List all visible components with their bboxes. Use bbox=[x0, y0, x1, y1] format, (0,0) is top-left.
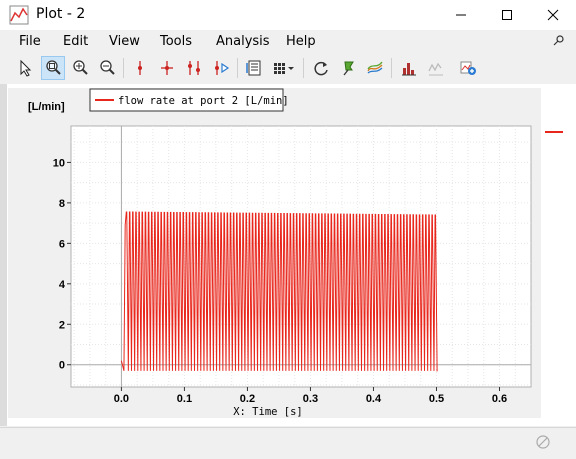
marker-icon bbox=[138, 61, 142, 75]
crosshair-icon bbox=[161, 61, 173, 75]
maximize-icon bbox=[502, 10, 512, 20]
zoom-out-icon bbox=[100, 60, 115, 75]
right-legend-panel bbox=[541, 84, 576, 426]
toolbar-separator bbox=[303, 58, 304, 78]
data-table-icon bbox=[246, 60, 261, 76]
filter-button[interactable] bbox=[424, 56, 448, 80]
bar-chart-icon bbox=[402, 63, 416, 76]
x-tick-label: 0.3 bbox=[303, 393, 318, 405]
menu-bar: File Edit View Tools Analysis Help bbox=[0, 30, 576, 54]
maximize-button[interactable] bbox=[484, 0, 530, 30]
resize-grip-icon[interactable] bbox=[534, 433, 552, 451]
x-axis-label: X: Time [s] bbox=[233, 406, 303, 418]
y-tick-label: 6 bbox=[59, 238, 65, 250]
zoom-in-button[interactable] bbox=[68, 56, 92, 80]
toolbar-separator bbox=[237, 58, 238, 78]
menu-file[interactable]: File bbox=[19, 34, 41, 49]
x-tick-label: 0.6 bbox=[492, 393, 507, 405]
app-icon bbox=[9, 5, 29, 25]
zoom-in-icon bbox=[73, 60, 88, 75]
add-plot-icon bbox=[460, 61, 476, 75]
plot-window: Plot - 2 File Edit View Tools Analysis H… bbox=[0, 0, 576, 459]
refresh-button[interactable] bbox=[309, 56, 333, 80]
left-splitter[interactable] bbox=[0, 84, 7, 426]
curves-icon bbox=[367, 61, 383, 74]
data-table-button[interactable] bbox=[242, 56, 266, 80]
menu-help[interactable]: Help bbox=[286, 34, 316, 49]
grid-menu-icon bbox=[274, 63, 294, 74]
y-tick-label: 0 bbox=[59, 360, 65, 372]
double-marker-button[interactable] bbox=[182, 56, 206, 80]
plot-canvas[interactable]: 0.0 0.1 0.2 0.3 0.4 0.5 0.6 0 2 4 6 8 10 [L/min] X: … bbox=[8, 88, 541, 418]
add-plot-button[interactable] bbox=[456, 56, 480, 80]
y-tick-label: 4 bbox=[59, 279, 66, 291]
x-tick-label: 0.0 bbox=[114, 393, 129, 405]
legend-entry: flow rate at port 2 [L/min] bbox=[118, 95, 289, 107]
crosshair-button[interactable] bbox=[155, 56, 179, 80]
window-title: Plot - 2 bbox=[36, 6, 86, 22]
refresh-icon bbox=[314, 61, 328, 76]
marker-button[interactable] bbox=[128, 56, 152, 80]
zoom-out-button[interactable] bbox=[95, 56, 119, 80]
pointer-icon bbox=[20, 59, 32, 77]
y-tick-label: 8 bbox=[59, 198, 65, 210]
pointer-tool-button[interactable] bbox=[14, 56, 38, 80]
status-bar bbox=[0, 427, 576, 459]
zoom-fit-icon bbox=[46, 60, 61, 75]
filter-icon bbox=[428, 62, 443, 76]
pin-marker-icon bbox=[343, 61, 354, 76]
close-button[interactable] bbox=[530, 0, 576, 30]
title-bar: Plot - 2 bbox=[0, 0, 576, 30]
menu-analysis[interactable]: Analysis bbox=[216, 34, 270, 49]
toolbar-separator bbox=[391, 58, 392, 78]
zoom-fit-button[interactable] bbox=[41, 56, 65, 80]
right-legend-swatch bbox=[545, 131, 563, 133]
y-axis-unit-label: [L/min] bbox=[28, 101, 65, 113]
marker-arrow-icon bbox=[215, 61, 230, 75]
bar-chart-button[interactable] bbox=[397, 56, 421, 80]
minimize-button[interactable] bbox=[438, 0, 484, 30]
menu-tools[interactable]: Tools bbox=[160, 34, 192, 49]
x-tick-label: 0.1 bbox=[177, 393, 192, 405]
x-tick-label: 0.4 bbox=[366, 393, 382, 405]
pin-marker-button[interactable] bbox=[336, 56, 360, 80]
x-tick-label: 0.5 bbox=[429, 393, 444, 405]
minimize-icon bbox=[456, 14, 466, 16]
legend-box[interactable]: flow rate at port 2 [L/min] bbox=[89, 88, 289, 112]
menu-edit[interactable]: Edit bbox=[63, 34, 88, 49]
close-icon bbox=[547, 9, 559, 21]
toolbar-separator bbox=[123, 58, 124, 78]
x-tick-label: 0.2 bbox=[240, 393, 255, 405]
pin-icon[interactable] bbox=[552, 34, 566, 48]
curves-button[interactable] bbox=[363, 56, 387, 80]
plot-area[interactable]: 0.0 0.1 0.2 0.3 0.4 0.5 0.6 0 2 4 6 8 10 [L/min] X: … bbox=[8, 88, 541, 418]
marker-arrow-button[interactable] bbox=[209, 56, 233, 80]
grid-menu-button[interactable] bbox=[270, 56, 298, 80]
double-marker-icon bbox=[188, 61, 200, 75]
menu-view[interactable]: View bbox=[109, 34, 140, 49]
y-tick-label: 2 bbox=[59, 319, 65, 331]
y-tick-label: 10 bbox=[53, 157, 65, 169]
toolbar bbox=[0, 54, 576, 84]
